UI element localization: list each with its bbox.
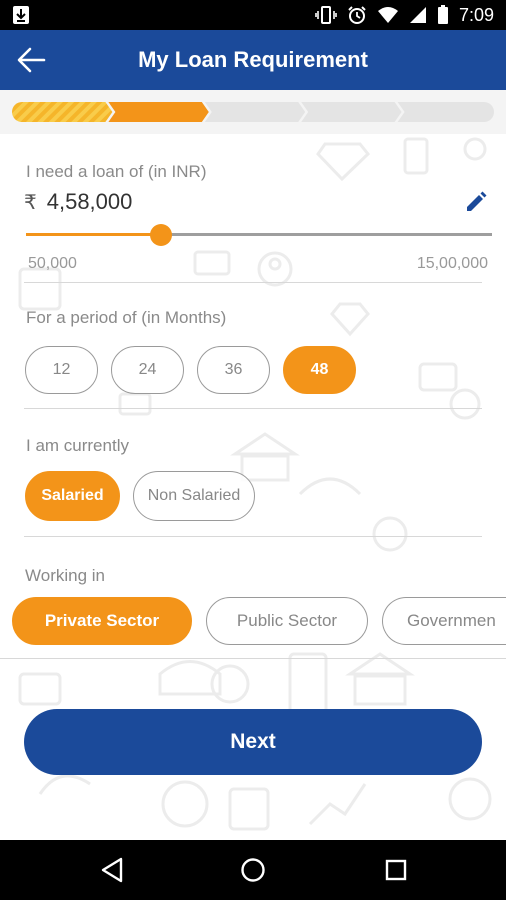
sector-option-private[interactable]: Private Sector bbox=[12, 597, 192, 645]
download-notification-icon bbox=[13, 6, 29, 24]
nav-recents-icon[interactable] bbox=[384, 857, 408, 883]
loan-amount-label: I need a loan of (in INR) bbox=[26, 162, 207, 181]
edit-pencil-icon[interactable] bbox=[464, 190, 488, 214]
section-divider bbox=[0, 658, 506, 659]
progress-step-3 bbox=[204, 102, 306, 122]
nav-back-icon[interactable] bbox=[100, 857, 124, 883]
wifi-icon bbox=[377, 7, 398, 23]
period-option-36[interactable]: 36 bbox=[197, 346, 270, 394]
nav-home-icon[interactable] bbox=[240, 857, 266, 883]
alarm-icon bbox=[348, 6, 366, 24]
loan-amount-slider[interactable] bbox=[26, 224, 492, 246]
progress-step-1 bbox=[12, 102, 113, 122]
vibrate-icon bbox=[315, 6, 337, 24]
slider-thumb[interactable] bbox=[150, 224, 173, 246]
slider-min-label: 50,000 bbox=[28, 255, 77, 272]
employment-label: I am currently bbox=[26, 436, 129, 455]
sector-option-public[interactable]: Public Sector bbox=[206, 597, 368, 645]
sector-label: Working in bbox=[25, 566, 105, 585]
section-divider bbox=[24, 408, 482, 409]
progress-step-2 bbox=[108, 102, 209, 122]
section-divider bbox=[24, 536, 482, 537]
period-option-48[interactable]: 48 bbox=[283, 346, 356, 394]
app-bar: My Loan Requirement bbox=[0, 30, 506, 90]
next-button[interactable]: Next bbox=[24, 709, 482, 775]
step-progress-bar bbox=[12, 102, 494, 122]
employment-option-salaried[interactable]: Salaried bbox=[25, 471, 120, 521]
currency-symbol: ₹ bbox=[24, 192, 37, 214]
status-time: 7:09 bbox=[458, 4, 494, 25]
period-option-12[interactable]: 12 bbox=[25, 346, 98, 394]
battery-icon bbox=[437, 5, 448, 24]
status-bar: 7:09 bbox=[0, 0, 506, 30]
sector-option-government[interactable]: Governmen bbox=[382, 597, 506, 645]
progress-step-4 bbox=[301, 102, 402, 122]
progress-stepper bbox=[0, 90, 506, 134]
loan-amount-value: 4,58,000 bbox=[46, 189, 133, 214]
cell-signal-icon bbox=[409, 7, 426, 23]
period-option-24[interactable]: 24 bbox=[111, 346, 184, 394]
section-divider bbox=[24, 282, 482, 283]
page-title: My Loan Requirement bbox=[138, 47, 368, 72]
progress-step-5 bbox=[397, 102, 494, 122]
loan-amount-value-row: ₹ 4,58,000 bbox=[24, 189, 132, 215]
slider-fill bbox=[26, 233, 162, 236]
loan-form: I need a loan of (in INR) ₹ 4,58,000 50,… bbox=[0, 134, 506, 840]
period-label: For a period of (in Months) bbox=[26, 308, 227, 327]
slider-max-label: 15,00,000 bbox=[416, 255, 488, 272]
employment-option-non-salaried[interactable]: Non Salaried bbox=[133, 471, 255, 521]
system-nav-bar bbox=[0, 840, 506, 900]
